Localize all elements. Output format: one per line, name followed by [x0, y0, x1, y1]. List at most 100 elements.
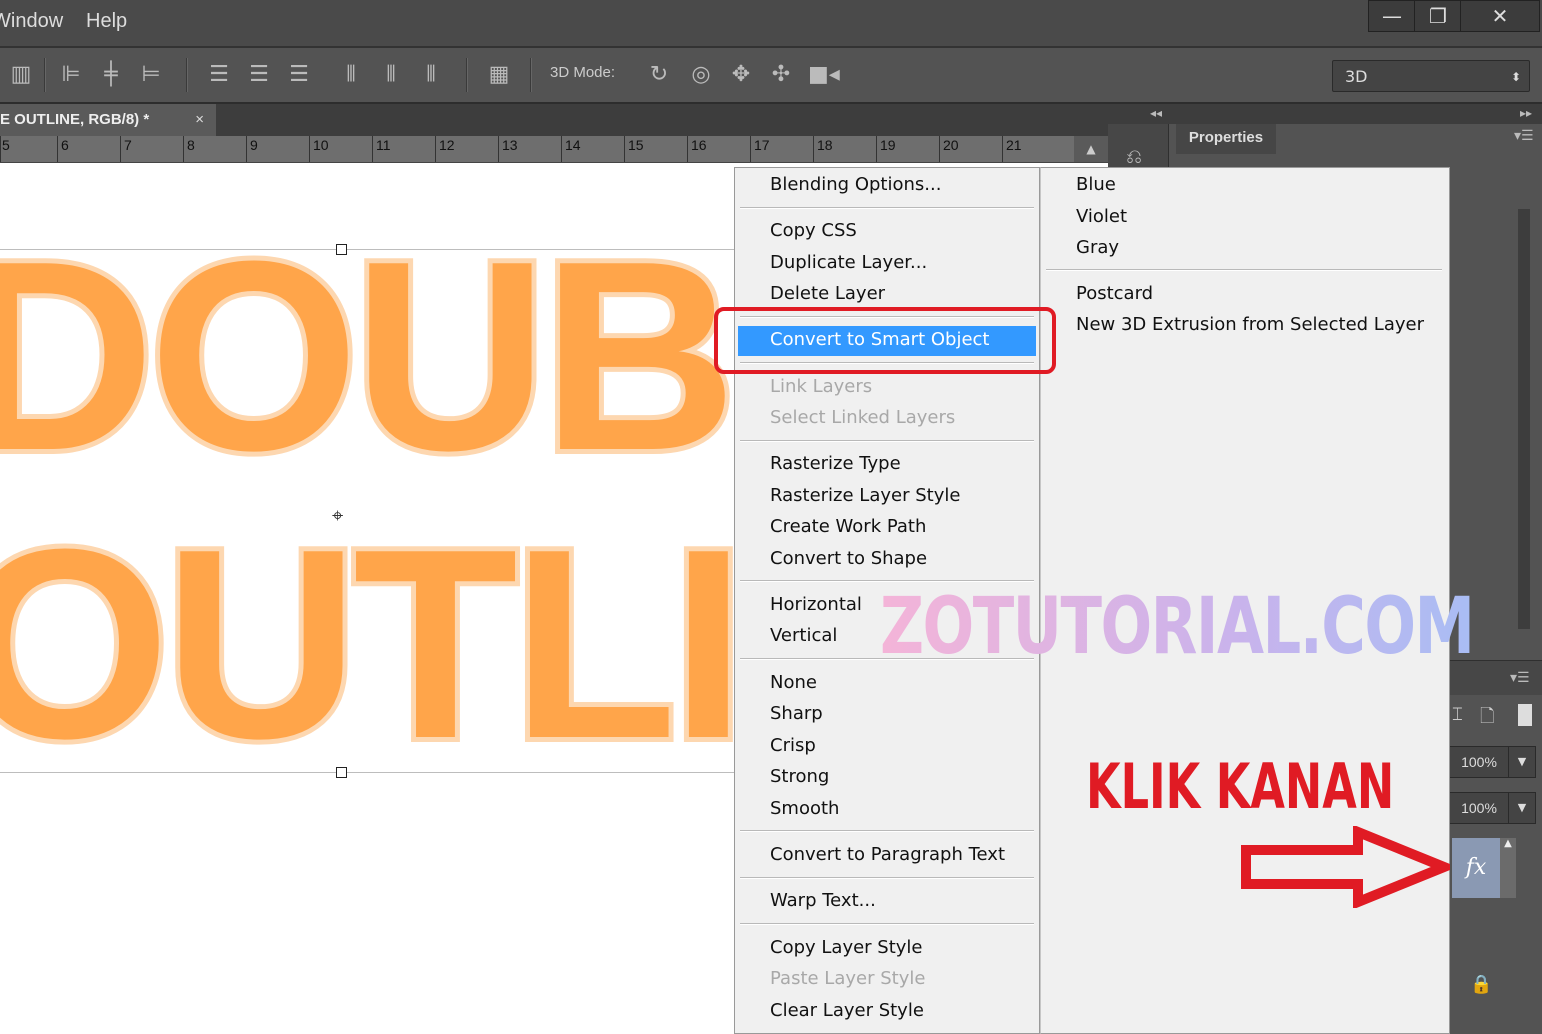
menu-item-rasterize-layer-style[interactable]: Rasterize Layer Style — [770, 485, 960, 506]
menu-item-convert-to-paragraph-text[interactable]: Convert to Paragraph Text — [770, 844, 1005, 865]
lock-image-icon[interactable]: 🗋 — [1480, 704, 1494, 734]
ruler-label: 7 — [124, 137, 132, 153]
panel-scrollbar[interactable] — [1518, 209, 1530, 629]
menu-item-antialias-sharp[interactable]: Sharp — [770, 703, 823, 724]
reference-point-icon[interactable]: ⌖ — [332, 503, 343, 527]
menu-help[interactable]: Help — [86, 10, 127, 33]
collapse-panels-icon[interactable]: ◂◂ — [1150, 106, 1162, 120]
menu-item-copy-layer-style[interactable]: Copy Layer Style — [770, 937, 923, 958]
menu-item-antialias-smooth[interactable]: Smooth — [770, 798, 839, 819]
roll-3d-icon[interactable]: ◎ — [688, 60, 714, 90]
ruler-label: 16 — [691, 137, 707, 153]
workspace-value: 3D — [1345, 67, 1368, 86]
close-tab-icon[interactable]: × — [195, 104, 204, 136]
expand-panels-icon[interactable]: ▸▸ — [1520, 106, 1532, 120]
ruler-label: 12 — [439, 137, 455, 153]
ruler-label: 9 — [250, 137, 258, 153]
menu-item-blue[interactable]: Blue — [1076, 174, 1116, 195]
panel-menu-icon[interactable]: ▾☰ — [1514, 128, 1534, 144]
opacity-field[interactable]: 100% — [1446, 746, 1512, 778]
menu-separator — [740, 877, 1034, 879]
menu-separator — [740, 207, 1034, 209]
auto-align-icon[interactable]: ▦ — [486, 60, 512, 90]
minimize-button[interactable]: — — [1368, 0, 1416, 32]
annotation-arrow-icon — [1241, 826, 1450, 908]
menu-item-antialias-crisp[interactable]: Crisp — [770, 735, 816, 756]
panel-collapse-bar — [1108, 104, 1542, 124]
menu-item-paste-layer-style: Paste Layer Style — [770, 968, 926, 989]
distribute-bottom-icon[interactable]: ☰ — [286, 60, 312, 90]
menu-window[interactable]: Window — [0, 10, 63, 33]
distribute-vertical-centers-icon[interactable]: ☰ — [246, 60, 272, 90]
align-top-edges-icon[interactable]: ▥ — [8, 60, 34, 90]
menu-item-rasterize-type[interactable]: Rasterize Type — [770, 453, 901, 474]
ruler-label: 17 — [754, 137, 770, 153]
filter-toggle[interactable] — [1518, 704, 1532, 726]
ruler-label: 10 — [313, 137, 329, 153]
close-window-button[interactable]: ✕ — [1460, 0, 1540, 32]
history-panel-icon[interactable]: ⎌ — [1126, 144, 1142, 168]
menu-item-postcard[interactable]: Postcard — [1076, 283, 1153, 304]
menu-item-violet[interactable]: Violet — [1076, 206, 1127, 227]
rotate-3d-icon[interactable]: ↻ — [646, 60, 672, 90]
menu-item-gray[interactable]: Gray — [1076, 237, 1119, 258]
distribute-left-icon[interactable]: ⫴ — [338, 60, 364, 90]
document-tab[interactable]: E OUTLINE, RGB/8) * × — [0, 104, 216, 136]
distribute-right-icon[interactable]: ⫴ — [418, 60, 444, 90]
fill-field[interactable]: 100% — [1446, 792, 1512, 824]
layers-panel-menu-icon[interactable]: ▾☰ — [1510, 670, 1530, 686]
distribute-top-icon[interactable]: ☰ — [206, 60, 232, 90]
restore-button[interactable]: ❐ — [1414, 0, 1462, 32]
ruler-label: 15 — [628, 137, 644, 153]
menu-separator — [740, 440, 1034, 442]
menu-item-duplicate-layer[interactable]: Duplicate Layer... — [770, 252, 927, 273]
menu-item-select-linked-layers: Select Linked Layers — [770, 407, 956, 428]
lock-icon[interactable]: 🔒 — [1470, 974, 1492, 995]
scroll-up-arrow-icon[interactable]: ▲ — [1074, 136, 1108, 162]
ruler-label: 19 — [880, 137, 896, 153]
fill-dropdown-icon[interactable]: ▼ — [1508, 792, 1536, 824]
menu-item-convert-to-shape[interactable]: Convert to Shape — [770, 548, 927, 569]
menu-item-copy-css[interactable]: Copy CSS — [770, 220, 857, 241]
menu-item-warp-text[interactable]: Warp Text... — [770, 890, 876, 911]
menu-separator — [740, 830, 1034, 832]
menu-item-new-3d-extrusion[interactable]: New 3D Extrusion from Selected Layer — [1076, 314, 1424, 335]
toolbar-divider — [530, 58, 532, 92]
menu-separator — [1046, 269, 1442, 271]
layer-scroll-up-icon[interactable]: ▲ — [1500, 838, 1516, 898]
lock-transparency-icon[interactable]: ⌶ — [1452, 704, 1463, 725]
transform-handle-bottom[interactable] — [336, 767, 347, 778]
document-tab-title: E OUTLINE, RGB/8) * — [0, 111, 150, 128]
horizontal-ruler: 5 6 7 8 9 10 11 12 13 14 15 16 17 18 19 … — [0, 136, 1108, 163]
slide-3d-icon[interactable]: ✣ — [768, 60, 794, 90]
transform-handle-top[interactable] — [336, 244, 347, 255]
menu-item-clear-layer-style[interactable]: Clear Layer Style — [770, 1000, 924, 1021]
toolbar-divider — [186, 58, 188, 92]
align-left-edges-icon[interactable]: ⊫ — [58, 60, 84, 90]
menu-item-link-layers: Link Layers — [770, 376, 873, 397]
ruler-label: 6 — [61, 137, 69, 153]
menu-item-blending-options[interactable]: Blending Options... — [770, 174, 941, 195]
menu-item-antialias-none[interactable]: None — [770, 672, 817, 693]
workspace-dropdown[interactable]: 3D ⬍ — [1332, 60, 1530, 92]
ruler-label: 11 — [376, 137, 391, 153]
toolbar-divider — [44, 58, 46, 92]
layer-effects-fx-icon[interactable]: fx — [1452, 838, 1500, 898]
tab-properties[interactable]: Properties — [1176, 124, 1276, 154]
scale-3d-icon[interactable]: ■◂ — [808, 60, 840, 90]
menu-item-horizontal[interactable]: Horizontal — [770, 594, 862, 615]
menu-item-antialias-strong[interactable]: Strong — [770, 766, 829, 787]
ruler-label: 21 — [1006, 137, 1022, 153]
align-right-edges-icon[interactable]: ⊨ — [138, 60, 164, 90]
toolbar-divider — [466, 58, 468, 92]
updown-caret-icon: ⬍ — [1510, 70, 1521, 84]
menu-item-create-work-path[interactable]: Create Work Path — [770, 516, 926, 537]
align-horizontal-centers-icon[interactable]: ╪ — [98, 60, 124, 90]
menu-item-delete-layer[interactable]: Delete Layer — [770, 283, 885, 304]
opacity-dropdown-icon[interactable]: ▼ — [1508, 746, 1536, 778]
distribute-horizontal-centers-icon[interactable]: ⫴ — [378, 60, 404, 90]
menu-item-vertical[interactable]: Vertical — [770, 625, 837, 646]
ruler-label: 20 — [943, 137, 959, 153]
annotation-highlight-box — [714, 307, 1056, 374]
drag-3d-icon[interactable]: ✥ — [728, 60, 754, 90]
